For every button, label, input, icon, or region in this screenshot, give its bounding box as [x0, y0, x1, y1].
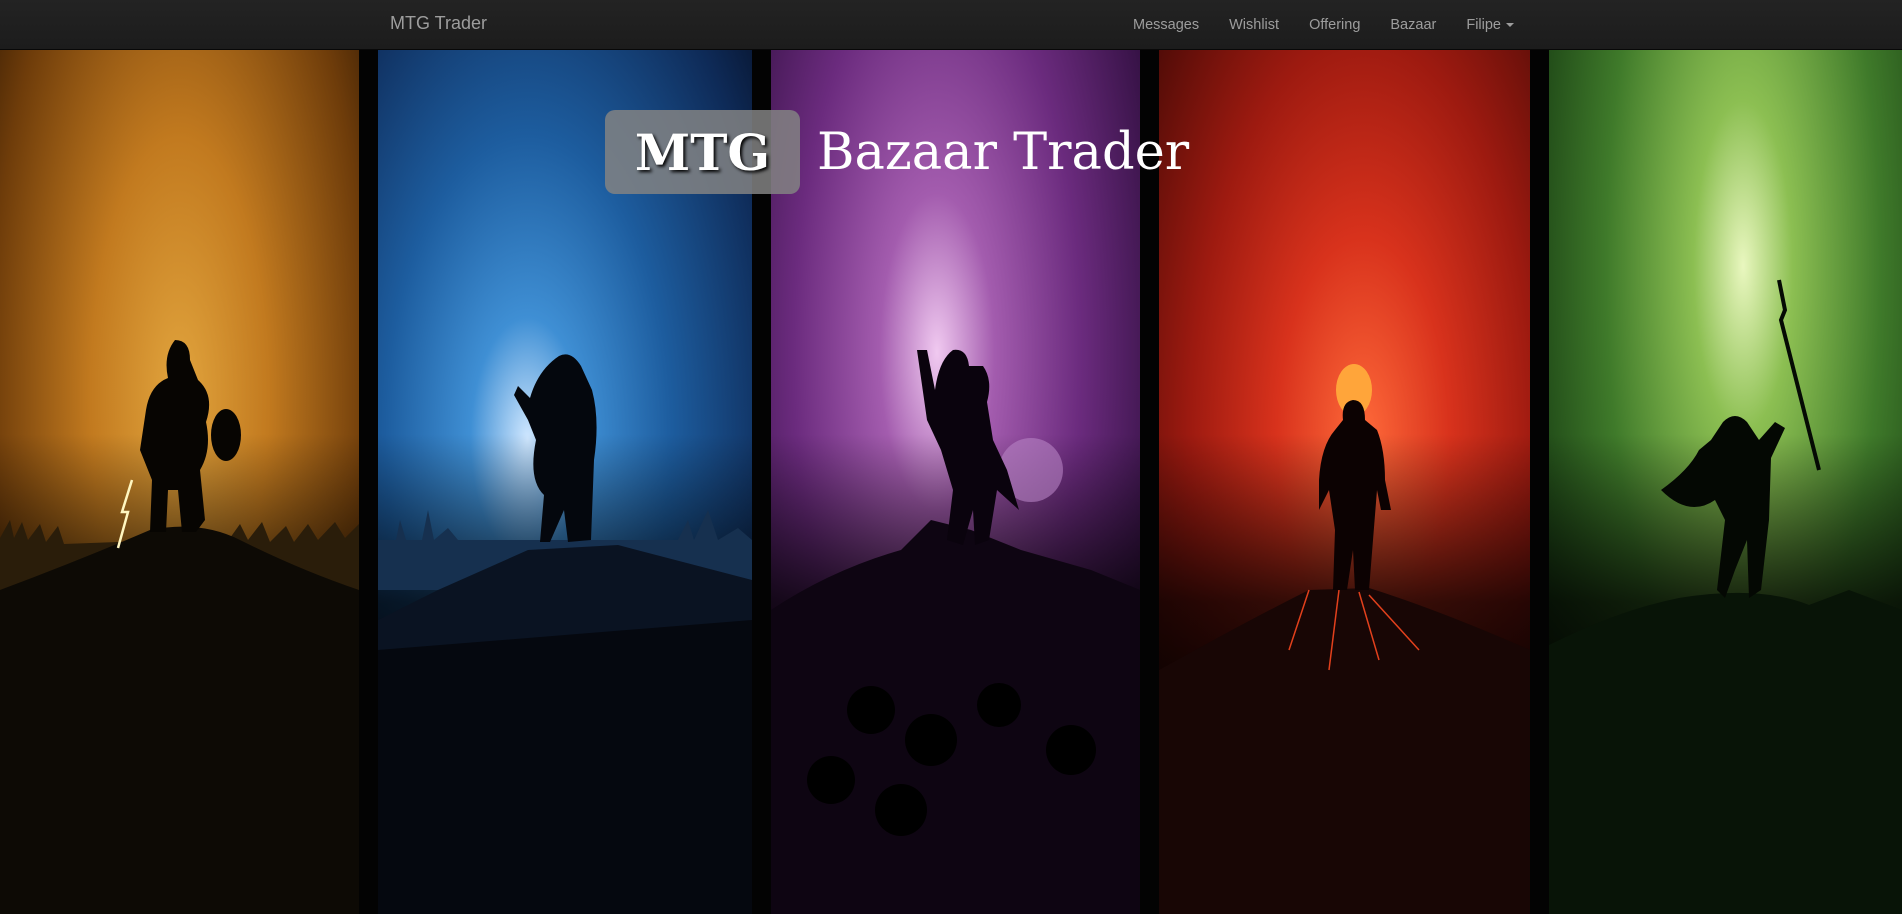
main-nav: Messages Wishlist Offering Bazaar Filipe	[1118, 0, 1529, 49]
planeswalker-silhouette-red	[1159, 364, 1530, 914]
hero-banner: MTG Bazaar Trader	[0, 50, 1902, 914]
hero-title: MTG Bazaar Trader	[605, 110, 1189, 194]
planeswalker-silhouette-green	[1549, 279, 1902, 914]
user-menu-dropdown[interactable]: Filipe	[1451, 17, 1529, 33]
caret-down-icon	[1506, 22, 1514, 27]
site-title: Bazaar Trader	[817, 122, 1190, 182]
nav-offering[interactable]: Offering	[1294, 17, 1375, 33]
mtg-badge: MTG	[605, 110, 800, 194]
user-menu-label: Filipe	[1466, 16, 1501, 33]
hero-panel-white	[0, 50, 359, 914]
nav-messages[interactable]: Messages	[1118, 17, 1214, 33]
nav-wishlist[interactable]: Wishlist	[1214, 17, 1294, 33]
hero-panel-green	[1549, 50, 1902, 914]
top-navbar: MTG Trader Messages Wishlist Offering Ba…	[0, 0, 1902, 50]
nav-bazaar[interactable]: Bazaar	[1375, 17, 1451, 33]
planeswalker-silhouette-white	[0, 340, 359, 914]
brand-link[interactable]: MTG Trader	[390, 13, 487, 34]
hero-panel-red	[1159, 50, 1530, 914]
